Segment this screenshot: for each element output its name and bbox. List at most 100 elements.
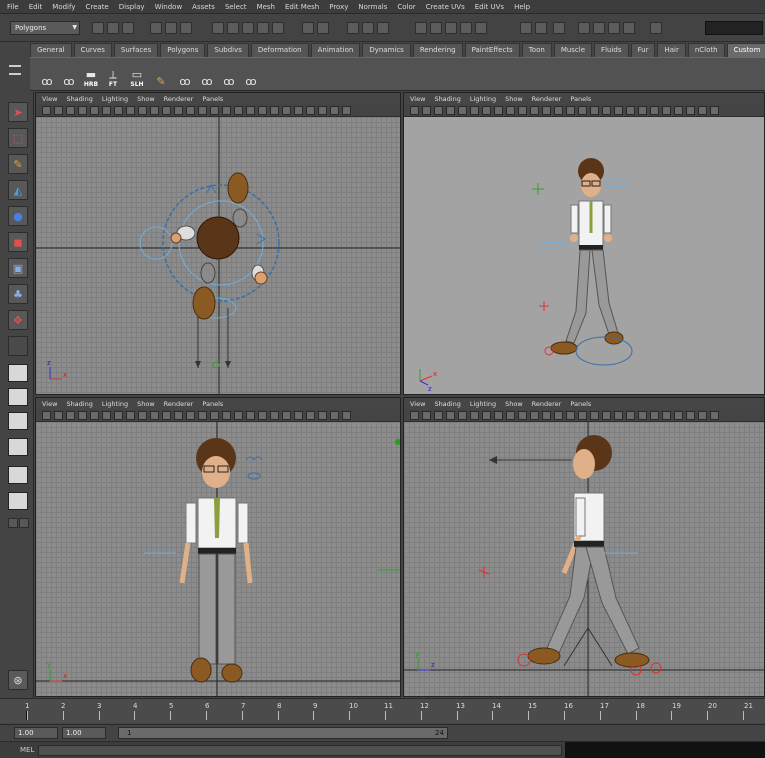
shelf-tab-deformation[interactable]: Deformation	[250, 43, 309, 57]
viewport-top[interactable]: View Shading Lighting Show Renderer Pane…	[35, 92, 401, 395]
make-live-icon[interactable]	[272, 22, 284, 34]
menu-edit-uvs[interactable]: Edit UVs	[475, 3, 504, 11]
four-pane-layout-icon[interactable]	[8, 388, 28, 406]
menu-create[interactable]: Create	[85, 3, 108, 11]
numeric-input-icon[interactable]	[520, 22, 532, 34]
menu-window[interactable]: Window	[155, 3, 183, 11]
persp-outliner-layout-icon[interactable]	[8, 492, 28, 510]
menu-file[interactable]: File	[7, 3, 19, 11]
menu-proxy[interactable]: Proxy	[329, 3, 348, 11]
snap-curve-icon[interactable]	[227, 22, 239, 34]
mouse-icon[interactable]: ⊛	[8, 670, 28, 690]
two-pane-stacked-layout-icon[interactable]	[8, 438, 28, 456]
viewport-side[interactable]: View Shading Lighting Show Renderer Pane…	[403, 397, 765, 697]
range-slider-track[interactable]: 1 24	[118, 727, 448, 739]
shelf-tab-curves[interactable]: Curves	[73, 43, 112, 57]
select-tool-icon[interactable]: ➤	[8, 102, 28, 122]
move-tool-icon[interactable]: ◭	[8, 180, 28, 200]
character-icon[interactable]	[553, 22, 565, 34]
shelf-tab-surfaces[interactable]: Surfaces	[113, 43, 159, 57]
mel-input[interactable]	[38, 745, 562, 756]
soft-mod-tool-icon[interactable]: ♣	[8, 284, 28, 304]
input-output-icon[interactable]	[415, 22, 427, 34]
render-settings-icon[interactable]	[377, 22, 389, 34]
playback-start-field[interactable]: 1.00	[62, 727, 106, 739]
shelf-tab-polygons[interactable]: Polygons	[160, 43, 206, 57]
shelf-tab-muscle[interactable]: Muscle	[553, 43, 593, 57]
lasso-tool-icon[interactable]: ⬚	[8, 128, 28, 148]
animation-start-field[interactable]: 1.00	[14, 727, 58, 739]
input-output-icon-3[interactable]	[445, 22, 457, 34]
shelf-button-script-6[interactable]: ꝏ	[240, 62, 262, 88]
menu-set-selector[interactable]: Polygons ▼	[10, 21, 80, 35]
shelf-tab-rendering[interactable]: Rendering	[412, 43, 463, 57]
menu-color[interactable]: Color	[397, 3, 415, 11]
shelf-tab-general[interactable]: General	[30, 43, 72, 57]
two-pane-side-layout-icon[interactable]	[8, 412, 28, 430]
save-scene-icon[interactable]	[122, 22, 134, 34]
input-output-icon-5[interactable]	[475, 22, 487, 34]
menu-assets[interactable]: Assets	[192, 3, 215, 11]
open-scene-icon[interactable]	[107, 22, 119, 34]
viewport-persp[interactable]: View Shading Lighting Show Renderer Pane…	[403, 92, 765, 395]
shelf-button-script-4[interactable]: ꝏ	[196, 62, 218, 88]
viewport-front[interactable]: View Shading Lighting Show Renderer Pane…	[35, 397, 401, 697]
paint-select-tool-icon[interactable]: ✎	[8, 154, 28, 174]
shelf-button-script-2[interactable]: ꝏ	[58, 62, 80, 88]
input-output-icon-2[interactable]	[430, 22, 442, 34]
snap-point-icon[interactable]	[242, 22, 254, 34]
input-output-icon-4[interactable]	[460, 22, 472, 34]
shelf-button-script-3[interactable]: ꝏ	[174, 62, 196, 88]
history-icon[interactable]	[302, 22, 314, 34]
shelf-tab-custom[interactable]: Custom	[726, 43, 765, 57]
shelf-tab-fur[interactable]: Fur	[630, 43, 656, 57]
shelf-tab-painteffects[interactable]: PaintEffects	[464, 43, 520, 57]
menu-display[interactable]: Display	[119, 3, 145, 11]
construction-history-icon[interactable]	[317, 22, 329, 34]
attribute-editor-icon[interactable]	[578, 22, 590, 34]
time-slider[interactable]: 1 2 3 4 5 6 7 8 9 10 11 12 13 14 15 16 1…	[0, 698, 765, 723]
shelf-tab-subdivs[interactable]: Subdivs	[207, 43, 249, 57]
scale-tool-icon[interactable]: ◼	[8, 232, 28, 252]
shelf-tab-dynamics[interactable]: Dynamics	[362, 43, 411, 57]
persp-graph-layout-icon[interactable]	[8, 466, 28, 484]
ipr-render-icon[interactable]	[362, 22, 374, 34]
shelf-button-script-1[interactable]: ꝏ	[36, 62, 58, 88]
menu-edit-mesh[interactable]: Edit Mesh	[285, 3, 319, 11]
last-tool-icon[interactable]: ✥	[8, 310, 28, 330]
layout-small-icon-2[interactable]	[19, 518, 29, 528]
command-options-icon[interactable]	[650, 22, 662, 34]
shelf-tab-toon[interactable]: Toon	[521, 43, 552, 57]
shelf-button-hrb[interactable]: ▬ HRB	[80, 62, 102, 89]
shelf-button-script-5[interactable]: ꝏ	[218, 62, 240, 88]
menu-create-uvs[interactable]: Create UVs	[426, 3, 465, 11]
menu-normals[interactable]: Normals	[358, 3, 387, 11]
snap-plane-icon[interactable]	[257, 22, 269, 34]
menu-mesh[interactable]: Mesh	[257, 3, 275, 11]
new-scene-icon[interactable]	[92, 22, 104, 34]
snap-grid-icon[interactable]	[212, 22, 224, 34]
menu-modify[interactable]: Modify	[52, 3, 75, 11]
shelf-tab-ncloth[interactable]: nCloth	[687, 43, 725, 57]
manipulator-tool-icon[interactable]: ▣	[8, 258, 28, 278]
menu-edit[interactable]: Edit	[29, 3, 43, 11]
select-component-icon[interactable]	[180, 22, 192, 34]
rotate-tool-icon[interactable]: ●	[8, 206, 28, 226]
shelf-tab-fluids[interactable]: Fluids	[594, 43, 629, 57]
shelf-button-ft[interactable]: ⟂ FT	[102, 62, 124, 89]
shelf-tab-animation[interactable]: Animation	[310, 43, 361, 57]
layer-editor-icon[interactable]	[623, 22, 635, 34]
shelf-tab-hair[interactable]: Hair	[657, 43, 686, 57]
menu-help[interactable]: Help	[514, 3, 530, 11]
render-frame-icon[interactable]	[347, 22, 359, 34]
shelf-button-slh[interactable]: ▭ SLH	[126, 62, 148, 89]
shelf-menu-icon[interactable]	[9, 65, 21, 75]
select-object-icon[interactable]	[165, 22, 177, 34]
channel-box-icon[interactable]	[608, 22, 620, 34]
numeric-input-icon-2[interactable]	[535, 22, 547, 34]
layout-small-icon-1[interactable]	[8, 518, 18, 528]
select-hierarchy-icon[interactable]	[150, 22, 162, 34]
single-pane-layout-icon[interactable]	[8, 364, 28, 382]
menu-select[interactable]: Select	[225, 3, 247, 11]
shelf-button-paint[interactable]: ✎	[150, 62, 172, 88]
